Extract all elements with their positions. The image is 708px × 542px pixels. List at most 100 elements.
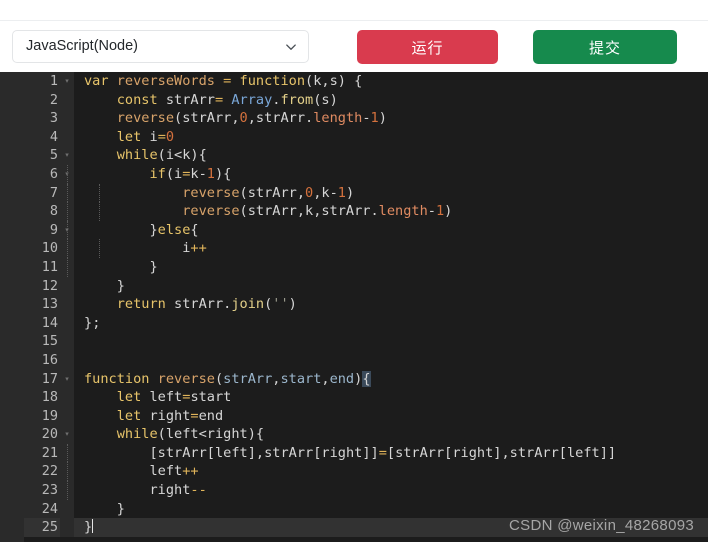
code-line[interactable]: 25} (24, 518, 708, 537)
line-number: 16 (24, 350, 60, 370)
code-line[interactable]: 7 reverse(strArr,0,k-1) (24, 183, 708, 203)
language-select[interactable]: JavaScript(Node) (12, 30, 309, 63)
code-line-text: while(i<k){ (116, 147, 207, 164)
code-line[interactable]: 2 const strArr= Array.from(s) (24, 90, 708, 110)
editor-left-strip (0, 72, 24, 542)
code-line[interactable]: 13 return strArr.join('') (24, 295, 708, 314)
code-line[interactable]: 18 let left=start (24, 388, 708, 407)
code-line-text: }else{ (66, 220, 708, 240)
code-line-text: while(left<right){ (116, 426, 265, 443)
code-line[interactable]: 10 i++ (24, 239, 708, 258)
fold-toggle-icon[interactable]: ▾ (60, 369, 74, 389)
code-line[interactable]: 17 ▾ function reverse(strArr,start,end){ (24, 369, 708, 389)
line-number: 24 (24, 499, 60, 519)
code-line-text: var reverseWords = function(k,s) { (84, 73, 363, 89)
code-line-text: let right=end (116, 407, 224, 424)
line-number: 9 (24, 220, 60, 240)
fold-toggle-icon (60, 276, 74, 296)
code-editor[interactable]: 1 ▾ var reverseWords = function(k,s) {2 co… (0, 72, 708, 542)
line-number: 12 (24, 276, 60, 296)
line-number: 20 (24, 425, 60, 444)
line-number: 13 (24, 295, 60, 314)
line-number: 14 (24, 313, 60, 333)
line-number: 1 (24, 72, 60, 91)
line-number: 6 (24, 164, 60, 184)
code-line-text: i++ (66, 239, 708, 258)
code-line[interactable]: 6 ▾ if(i=k-1){ (24, 164, 708, 184)
line-number: 19 (24, 406, 60, 426)
fold-toggle-icon (60, 518, 74, 537)
code-line-text: } (66, 257, 708, 277)
code-line-text: let left=start (116, 389, 232, 406)
code-line[interactable]: 16 (24, 350, 708, 370)
line-number: 21 (24, 443, 60, 463)
code-line[interactable]: 12 } (24, 276, 708, 296)
fold-toggle-icon (60, 202, 74, 221)
fold-toggle-icon (60, 127, 74, 147)
code-line[interactable]: 21 [strArr[left],strArr[right]]=[strArr[… (24, 443, 708, 463)
line-number: 8 (24, 202, 60, 221)
code-line[interactable]: 4 let i=0 (24, 127, 708, 147)
run-button[interactable]: 运行 (357, 30, 498, 64)
line-number: 3 (24, 109, 60, 128)
code-line[interactable]: 19 let right=end (24, 406, 708, 426)
fold-toggle-icon (60, 332, 74, 351)
code-line-text: } (116, 277, 125, 294)
fold-toggle-icon (60, 313, 74, 333)
line-number: 11 (24, 257, 60, 277)
line-number: 4 (24, 127, 60, 147)
fold-toggle-icon[interactable]: ▾ (60, 425, 74, 444)
fold-toggle-icon[interactable]: ▾ (60, 220, 74, 240)
code-line[interactable]: 23 right-- (24, 481, 708, 500)
code-line[interactable]: 8 reverse(strArr,k,strArr.length-1) (24, 202, 708, 221)
code-line[interactable]: 1 ▾ var reverseWords = function(k,s) { (24, 72, 708, 91)
fold-toggle-icon (60, 350, 74, 370)
fold-toggle-icon (60, 239, 74, 258)
fold-toggle-icon (60, 462, 74, 482)
code-line-text: }; (84, 314, 101, 331)
code-line-text (74, 332, 708, 351)
code-line-text: } (74, 518, 708, 537)
fold-toggle-icon[interactable]: ▾ (60, 146, 74, 165)
code-line[interactable]: 22 left++ (24, 462, 708, 482)
code-line[interactable]: 20 ▾ while(left<right){ (24, 425, 708, 444)
chevron-down-icon (284, 40, 298, 54)
fold-toggle-icon[interactable]: ▾ (60, 164, 74, 184)
code-line-text: function reverse(strArr,start,end){ (84, 370, 371, 387)
line-number: 2 (24, 90, 60, 110)
code-lines-container[interactable]: 1 ▾ var reverseWords = function(k,s) {2 co… (24, 72, 708, 542)
fold-toggle-icon (60, 388, 74, 407)
fold-toggle-icon (60, 109, 74, 128)
top-toolbar: JavaScript(Node) 运行 提交 (0, 0, 708, 72)
fold-toggle-icon (60, 406, 74, 426)
line-number: 7 (24, 183, 60, 203)
code-line[interactable]: 5 ▾ while(i<k){ (24, 146, 708, 165)
code-line-text: reverse(strArr,0,k-1) (66, 183, 708, 203)
code-line[interactable]: 14}; (24, 313, 708, 333)
fold-toggle-icon (60, 481, 74, 500)
line-number: 25 (24, 518, 60, 537)
line-number: 23 (24, 481, 60, 500)
line-number: 5 (24, 146, 60, 165)
code-line[interactable]: 3 reverse(strArr,0,strArr.length-1) (24, 109, 708, 128)
code-line-text (74, 351, 708, 370)
code-line-text: reverse(strArr,0,strArr.length-1) (116, 110, 387, 127)
fold-toggle-icon (60, 257, 74, 277)
code-line[interactable]: 24 } (24, 499, 708, 519)
fold-toggle-icon (60, 295, 74, 314)
code-line-text: reverse(strArr,k,strArr.length-1) (66, 202, 708, 221)
code-line-text: if(i=k-1){ (66, 164, 708, 184)
code-line-text: left++ (66, 462, 708, 482)
line-number: 10 (24, 239, 60, 258)
code-line-text: return strArr.join('') (116, 296, 297, 313)
code-line[interactable]: 9 ▾ }else{ (24, 220, 708, 240)
submit-button[interactable]: 提交 (533, 30, 677, 64)
line-number: 22 (24, 462, 60, 482)
fold-toggle-icon[interactable]: ▾ (60, 72, 74, 91)
fold-toggle-icon (60, 499, 74, 519)
code-line[interactable]: 15 (24, 332, 708, 351)
line-number: 18 (24, 388, 60, 407)
code-line[interactable]: 11 } (24, 257, 708, 277)
fold-toggle-icon (60, 183, 74, 203)
code-line-text: [strArr[left],strArr[right]]=[strArr[rig… (66, 443, 708, 463)
